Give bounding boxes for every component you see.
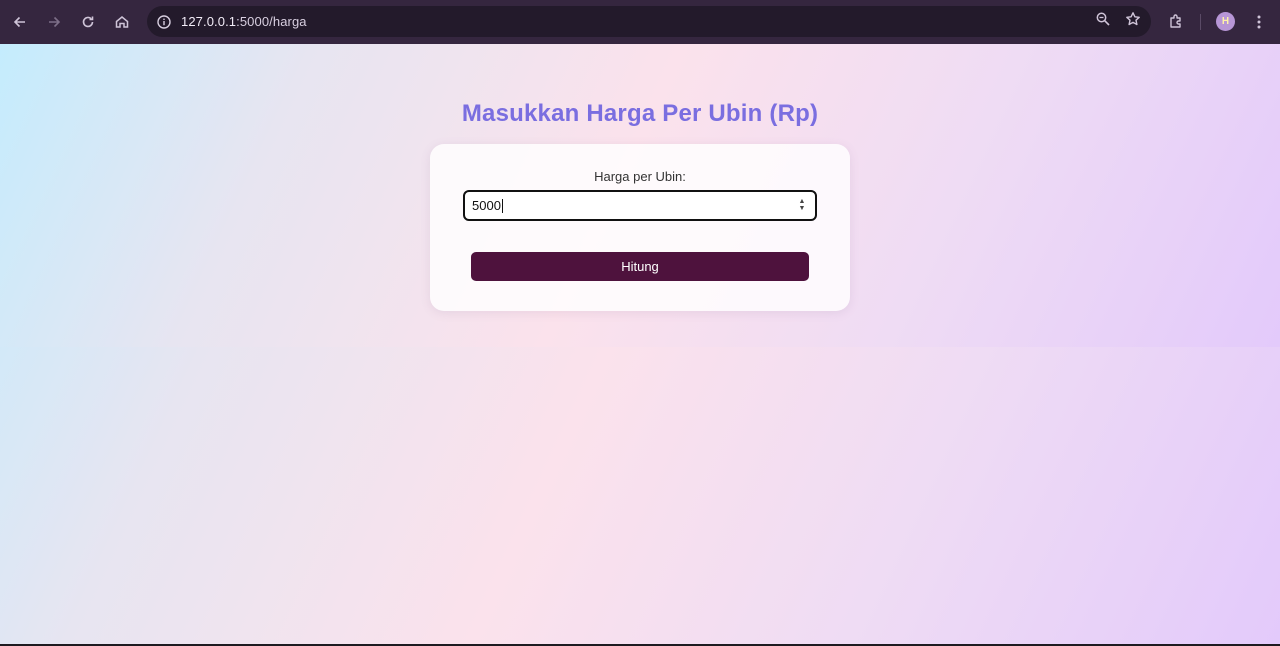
page-title: Masukkan Harga Per Ubin (Rp) [461,100,819,127]
forward-button[interactable] [40,8,68,36]
bookmark-button[interactable] [1125,11,1141,32]
price-label: Harga per Ubin: [594,169,686,184]
number-spinner[interactable]: ▲ ▼ [798,198,806,212]
profile-avatar[interactable]: H [1216,12,1235,31]
address-bar[interactable]: 127.0.0.1:5000/harga [147,6,1151,37]
text-caret [501,198,503,213]
more-vertical-icon [1257,15,1261,29]
site-info-icon[interactable] [155,13,173,31]
extensions-button[interactable] [1165,10,1187,32]
reload-button[interactable] [74,8,102,36]
url-path: :5000/harga [236,14,307,29]
price-input[interactable]: 5000 ▲ ▼ [463,190,817,221]
arrow-left-icon [13,16,25,28]
puzzle-icon [1170,14,1181,28]
page-container: Masukkan Harga Per Ubin (Rp) Harga per U… [0,44,1280,347]
url-text: 127.0.0.1:5000/harga [181,14,307,29]
zoom-icon [1096,12,1110,26]
arrow-right-icon [49,16,61,28]
zoom-button[interactable] [1095,11,1111,32]
browser-toolbar: 127.0.0.1:5000/harga H [0,0,1280,44]
price-form-card: Harga per Ubin: 5000 ▲ ▼ Hitung [430,144,850,311]
hitung-button[interactable]: Hitung [471,252,809,281]
url-host: 127.0.0.1 [181,14,237,29]
star-icon [1126,12,1140,26]
page-viewport: Masukkan Harga Per Ubin (Rp) Harga per U… [0,44,1280,646]
browser-menu-button[interactable] [1250,11,1268,33]
toolbar-divider [1200,14,1201,30]
home-icon [115,16,129,28]
spin-up-icon[interactable]: ▲ [799,198,806,205]
avatar-letter: H [1221,16,1230,27]
price-input-value: 5000 [472,198,501,213]
home-button[interactable] [108,8,136,36]
spin-down-icon[interactable]: ▼ [799,205,806,212]
reload-icon [82,16,94,28]
back-button[interactable] [6,8,34,36]
